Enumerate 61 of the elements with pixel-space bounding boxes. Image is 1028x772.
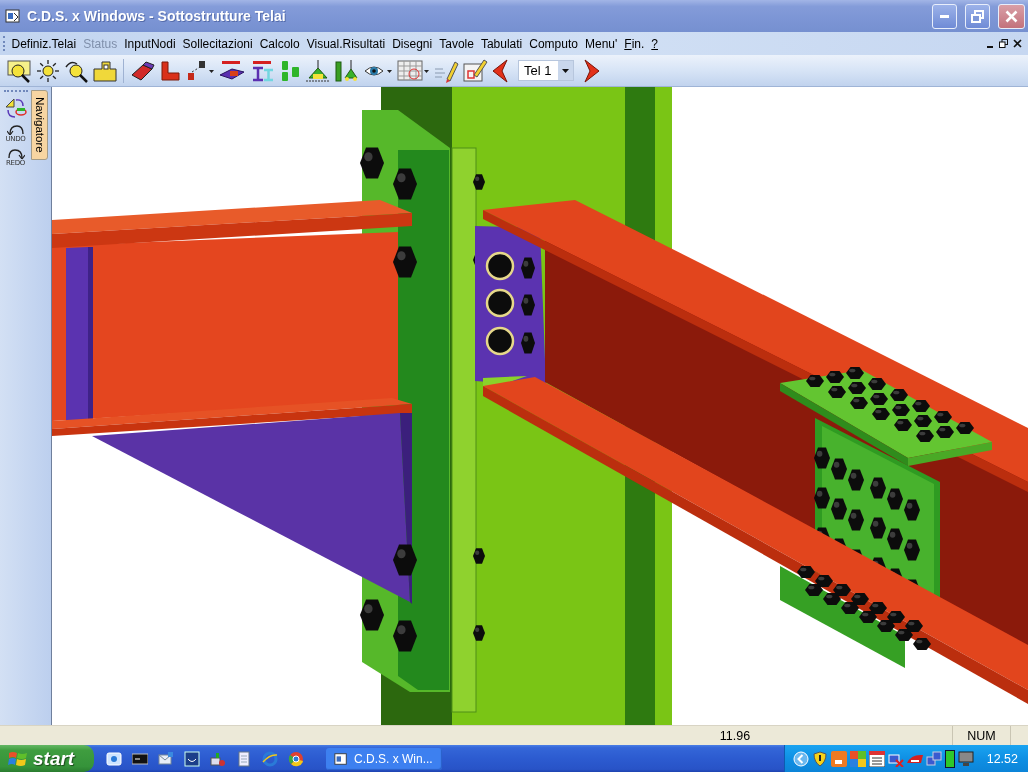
monitor-icon[interactable] — [184, 750, 200, 767]
browser-icon[interactable] — [262, 750, 278, 767]
pencil-box-icon[interactable] — [462, 58, 488, 83]
chevron-icon[interactable] — [792, 750, 809, 767]
device-icon[interactable] — [210, 750, 226, 767]
mail-icon[interactable] — [158, 750, 174, 767]
battery-icon[interactable] — [944, 749, 955, 768]
tel-dropdown[interactable]: Tel 1 — [518, 60, 574, 81]
menu-item[interactable]: Fin. — [620, 36, 648, 51]
undo-icon — [6, 124, 25, 135]
menu-item[interactable]: Sollecitazioni — [179, 36, 257, 51]
zoom-window-icon[interactable] — [7, 58, 33, 83]
menu-item[interactable]: Tabulati — [477, 36, 526, 51]
column-load-icon[interactable] — [334, 58, 360, 83]
terminal-icon[interactable] — [132, 750, 148, 767]
navigator-icon[interactable] — [4, 97, 27, 119]
structure-load-icon[interactable] — [305, 58, 331, 83]
close-icon[interactable] — [1013, 39, 1022, 48]
minimize-button[interactable] — [932, 3, 957, 29]
app-tile-icon[interactable] — [830, 750, 847, 767]
app-icon — [334, 751, 348, 766]
shield-icon[interactable] — [811, 750, 828, 767]
calendar-icon[interactable] — [868, 750, 885, 767]
menu-item[interactable]: ? — [647, 36, 662, 51]
next-arrow-icon[interactable] — [583, 58, 601, 83]
corner-icon[interactable] — [158, 58, 182, 83]
window-title: C.D.S. x Windows - Sottostrutture Telai — [27, 8, 287, 24]
menu-item[interactable]: Menu' — [581, 36, 621, 51]
tiles-icon[interactable] — [849, 750, 866, 767]
start-button[interactable]: start — [0, 745, 94, 772]
menu-item[interactable]: InputNodi — [120, 36, 180, 51]
restore-button[interactable] — [965, 3, 990, 29]
desktop-icon[interactable] — [106, 750, 122, 767]
app-icon — [5, 8, 21, 24]
menu-item[interactable]: Computo — [525, 36, 582, 51]
caret-icon — [558, 61, 573, 80]
zoom-extents-icon[interactable] — [36, 58, 60, 83]
num-lock-indicator: NUM — [967, 728, 996, 743]
minimize-icon — [940, 14, 949, 18]
pencil-lines-icon[interactable] — [433, 58, 459, 83]
previous-arrow-icon[interactable] — [491, 58, 509, 83]
menu-item[interactable]: Definiz.Telai — [8, 36, 80, 51]
navigator-tab[interactable]: Navigatore — [31, 90, 48, 160]
restore-icon — [971, 9, 984, 23]
restore-icon[interactable] — [999, 39, 1008, 48]
menu-item[interactable]: Visual.Risultati — [303, 36, 389, 51]
menu-item[interactable]: Tavole — [435, 36, 478, 51]
menu-item[interactable]: Calcolo — [256, 36, 304, 51]
close-icon — [1005, 9, 1018, 23]
close-button[interactable] — [998, 3, 1025, 29]
document-icon[interactable] — [236, 750, 252, 767]
browser-icon[interactable] — [288, 750, 304, 767]
beam-node-icon[interactable] — [185, 58, 215, 83]
status-value: 11.96 — [719, 728, 751, 743]
windows-flag-icon — [8, 749, 28, 768]
beam-archive-icon[interactable] — [218, 58, 246, 83]
menu-item[interactable]: Disegni — [388, 36, 436, 51]
redo-icon — [6, 148, 25, 159]
clock-text: 12.52 — [986, 751, 1018, 766]
taskbar-button[interactable]: C.D.S. x Win... — [326, 747, 442, 770]
eraser-icon[interactable] — [129, 58, 155, 83]
